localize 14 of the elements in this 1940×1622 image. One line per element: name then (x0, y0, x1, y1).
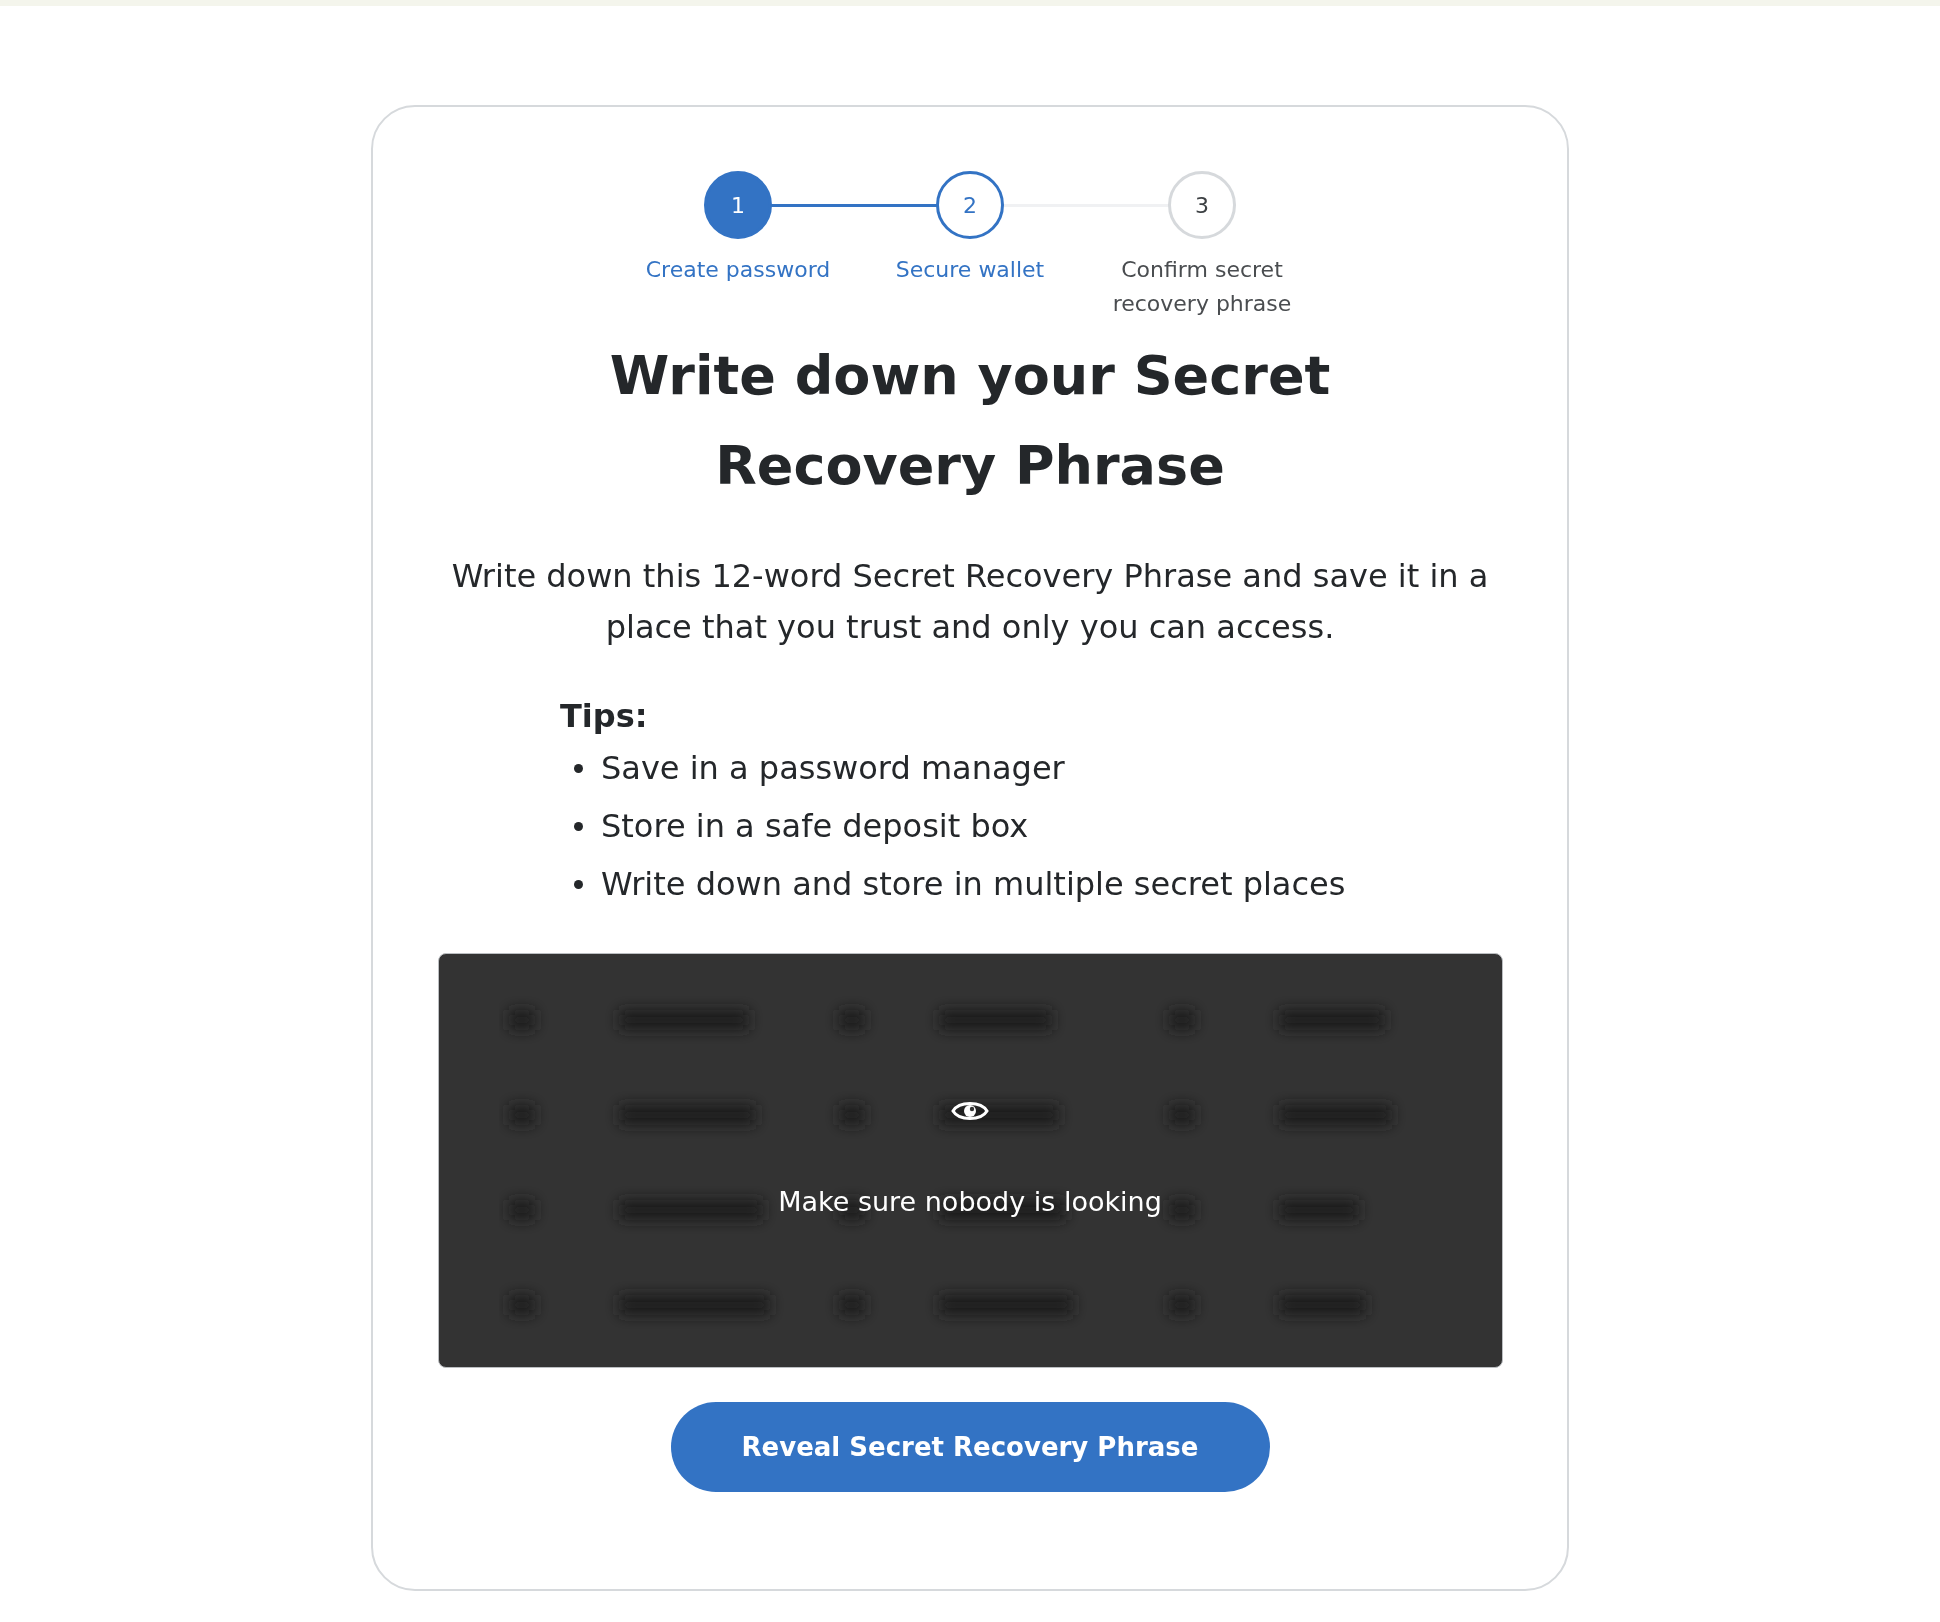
tip-text: Store in a safe deposit box (601, 806, 1029, 847)
tips-heading: Tips: (560, 696, 649, 737)
page-title: Write down your Secret Recovery Phrase (608, 343, 1332, 499)
reveal-button[interactable]: Reveal Secret Recovery Phrase (670, 1402, 1270, 1492)
warning-text: Make sure nobody is looking (778, 1185, 1162, 1220)
tip-text: Save in a password manager (601, 748, 1065, 789)
step-label: Create password (644, 256, 832, 284)
step-label: Secure wallet (894, 256, 1046, 284)
bullet-icon (574, 821, 583, 831)
bullet-icon (574, 879, 583, 889)
tip-text: Write down and store in multiple secret places (601, 864, 1346, 905)
bullet-icon (574, 763, 583, 773)
description-text: Write down this 12-word Secret Recovery Phrase and save it in a place that you trust and only you can access. (450, 556, 1490, 648)
step-label: Confirm secret recovery phrase (1111, 256, 1293, 318)
